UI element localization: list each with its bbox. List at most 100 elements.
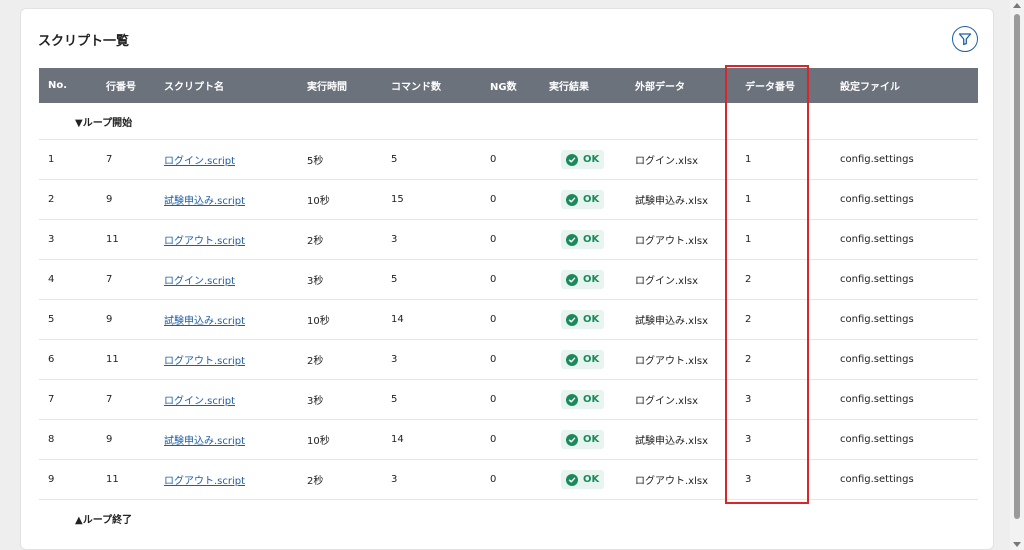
cell-time: 5秒	[307, 156, 324, 167]
cell-name: 試験申込み.script	[164, 180, 245, 219]
cell-result: OK	[561, 140, 605, 179]
header-ng: NG数	[490, 82, 517, 93]
script-link[interactable]: 試験申込み.script	[164, 432, 245, 447]
cell-line: 9	[106, 314, 113, 325]
cell-ext: ログイン.xlsx	[635, 276, 699, 287]
check-circle-icon	[566, 153, 578, 166]
status-label: OK	[583, 434, 600, 445]
cell-dnum: 3	[745, 394, 752, 405]
cell-cmd: 5	[391, 394, 398, 405]
status-label: OK	[583, 274, 600, 285]
cell-name: ログアウト.script	[164, 340, 245, 379]
status-badge: OK	[561, 350, 605, 369]
script-link[interactable]: ログアウト.script	[164, 232, 245, 247]
script-link[interactable]: 試験申込み.script	[164, 312, 245, 327]
cell-no: 3	[48, 234, 55, 245]
cell-ext: ログアウト.xlsx	[635, 476, 709, 487]
cell-dnum: 1	[745, 154, 752, 165]
cell-ext: 試験申込み.xlsx	[635, 436, 709, 447]
cell-cmd: 3	[391, 354, 398, 365]
status-badge: OK	[561, 150, 605, 169]
cell-line: 7	[106, 394, 113, 405]
cell-result: OK	[561, 380, 605, 419]
cell-conf: config.settings	[840, 314, 914, 325]
cell-cmd: 5	[391, 154, 398, 165]
status-label: OK	[583, 354, 600, 365]
cell-result: OK	[561, 420, 605, 459]
filter-icon	[958, 33, 972, 46]
cell-time: 10秒	[307, 196, 330, 207]
cell-ext: ログイン.xlsx	[635, 156, 699, 167]
script-link[interactable]: ログイン.script	[164, 152, 235, 167]
scroll-up-icon[interactable]	[1013, 3, 1021, 8]
table-row: 6 11 ログアウト.script 2秒 3 0 OK ログアウト.xlsx 2 config.s…	[39, 340, 978, 380]
loop-end-label: ▲ループ終了	[75, 515, 133, 526]
cell-time: 3秒	[307, 276, 324, 287]
table-row: 3 11 ログアウト.script 2秒 3 0 OK ログアウト.xlsx 1 config.s…	[39, 220, 978, 260]
check-circle-icon	[566, 473, 578, 486]
filter-button[interactable]	[952, 26, 978, 52]
script-link[interactable]: 試験申込み.script	[164, 192, 245, 207]
cell-cmd: 3	[391, 474, 398, 485]
cell-time: 2秒	[307, 476, 324, 487]
cell-ext: ログアウト.xlsx	[635, 236, 709, 247]
cell-dnum: 2	[745, 354, 752, 365]
cell-dnum: 3	[745, 434, 752, 445]
cell-ext: ログイン.xlsx	[635, 396, 699, 407]
scroll-thumb[interactable]	[1014, 14, 1020, 519]
header-conf: 設定ファイル	[840, 82, 900, 93]
script-link[interactable]: ログアウト.script	[164, 352, 245, 367]
cell-time: 10秒	[307, 316, 330, 327]
vertical-scrollbar[interactable]	[1010, 0, 1024, 550]
cell-line: 11	[106, 354, 119, 365]
header-time: 実行時間	[307, 82, 347, 93]
status-badge: OK	[561, 190, 605, 209]
header-name: スクリプト名	[164, 82, 224, 93]
cell-conf: config.settings	[840, 354, 914, 365]
check-circle-icon	[566, 353, 578, 366]
cell-conf: config.settings	[840, 274, 914, 285]
scroll-down-icon[interactable]	[1013, 542, 1021, 547]
cell-time: 10秒	[307, 436, 330, 447]
cell-line: 7	[106, 274, 113, 285]
cell-no: 2	[48, 194, 55, 205]
page-title: スクリプト一覧	[38, 34, 130, 49]
cell-ng: 0	[490, 274, 497, 285]
cell-line: 11	[106, 234, 119, 245]
cell-ng: 0	[490, 154, 497, 165]
status-badge: OK	[561, 470, 605, 489]
status-badge: OK	[561, 270, 605, 289]
status-label: OK	[583, 314, 600, 325]
loop-start-label: ▼ループ開始	[75, 117, 133, 129]
cell-no: 6	[48, 354, 55, 365]
cell-cmd: 3	[391, 234, 398, 245]
cell-time: 2秒	[307, 236, 324, 247]
cell-ext: 試験申込み.xlsx	[635, 316, 709, 327]
cell-time: 2秒	[307, 356, 324, 367]
cell-conf: config.settings	[840, 394, 914, 405]
header-result: 実行結果	[549, 82, 589, 93]
cell-no: 9	[48, 474, 55, 485]
cell-result: OK	[561, 460, 605, 499]
script-link[interactable]: ログアウト.script	[164, 472, 245, 487]
table-row: 5 9 試験申込み.script 10秒 14 0 OK 試験申込み.xlsx 2 config.…	[39, 300, 978, 340]
cell-name: ログイン.script	[164, 260, 235, 299]
script-list-card: スクリプト一覧 No. 行番号 スクリプト名 実行時間 コマンド数 NG数 実行…	[20, 8, 994, 550]
header-cmd: コマンド数	[391, 82, 441, 93]
cell-no: 5	[48, 314, 55, 325]
status-label: OK	[583, 154, 600, 165]
cell-ext: ログアウト.xlsx	[635, 356, 709, 367]
header-ext: 外部データ	[635, 82, 685, 93]
cell-conf: config.settings	[840, 234, 914, 245]
cell-ng: 0	[490, 434, 497, 445]
cell-name: ログアウト.script	[164, 460, 245, 499]
cell-result: OK	[561, 340, 605, 379]
check-circle-icon	[566, 233, 578, 246]
table-row: 9 11 ログアウト.script 2秒 3 0 OK ログアウト.xlsx 3 config.s…	[39, 460, 978, 500]
cell-dnum: 1	[745, 194, 752, 205]
script-link[interactable]: ログイン.script	[164, 272, 235, 287]
cell-ng: 0	[490, 474, 497, 485]
cell-name: 試験申込み.script	[164, 300, 245, 339]
cell-result: OK	[561, 220, 605, 259]
script-link[interactable]: ログイン.script	[164, 392, 235, 407]
